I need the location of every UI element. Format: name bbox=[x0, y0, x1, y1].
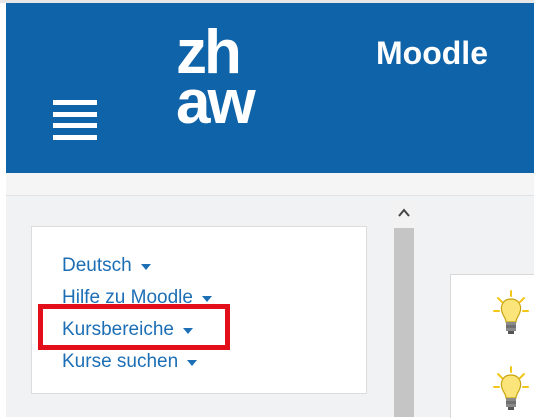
menu-item-kursbereiche[interactable]: Kursbereiche bbox=[62, 314, 212, 346]
caret-down-icon bbox=[182, 327, 193, 334]
menu-item-label: Deutsch bbox=[62, 255, 132, 276]
hamburger-menu-icon[interactable] bbox=[53, 100, 97, 140]
vertical-scrollbar[interactable] bbox=[393, 201, 415, 417]
menu-item-label: Kursbereiche bbox=[62, 319, 174, 340]
logo-text-bottom: aw bbox=[176, 68, 256, 137]
app-title: Moodle bbox=[376, 35, 488, 71]
menu-item-label: Kurse suchen bbox=[62, 351, 179, 372]
lightbulb-icon bbox=[491, 365, 531, 415]
menu-item-deutsch[interactable]: Deutsch bbox=[62, 250, 212, 282]
lightbulb-icon bbox=[491, 289, 531, 339]
content-card bbox=[450, 274, 534, 418]
site-header: zh aw Moodle bbox=[6, 3, 534, 173]
caret-down-icon bbox=[140, 263, 151, 270]
menu-item-label: Hilfe zu Moodle bbox=[62, 287, 193, 308]
scroll-up-arrow-icon[interactable] bbox=[393, 203, 415, 223]
language-and-help-menu: Deutsch Hilfe zu Moodle Kursbereiche Kur… bbox=[62, 250, 212, 378]
caret-down-icon bbox=[187, 359, 198, 366]
zhaw-logo[interactable]: zh aw bbox=[176, 22, 296, 146]
header-divider bbox=[6, 173, 534, 196]
caret-down-icon bbox=[201, 295, 212, 302]
menu-item-kurse-suchen[interactable]: Kurse suchen bbox=[62, 346, 212, 378]
scrollbar-thumb[interactable] bbox=[394, 228, 414, 417]
menu-item-hilfe-zu-moodle[interactable]: Hilfe zu Moodle bbox=[62, 282, 212, 314]
